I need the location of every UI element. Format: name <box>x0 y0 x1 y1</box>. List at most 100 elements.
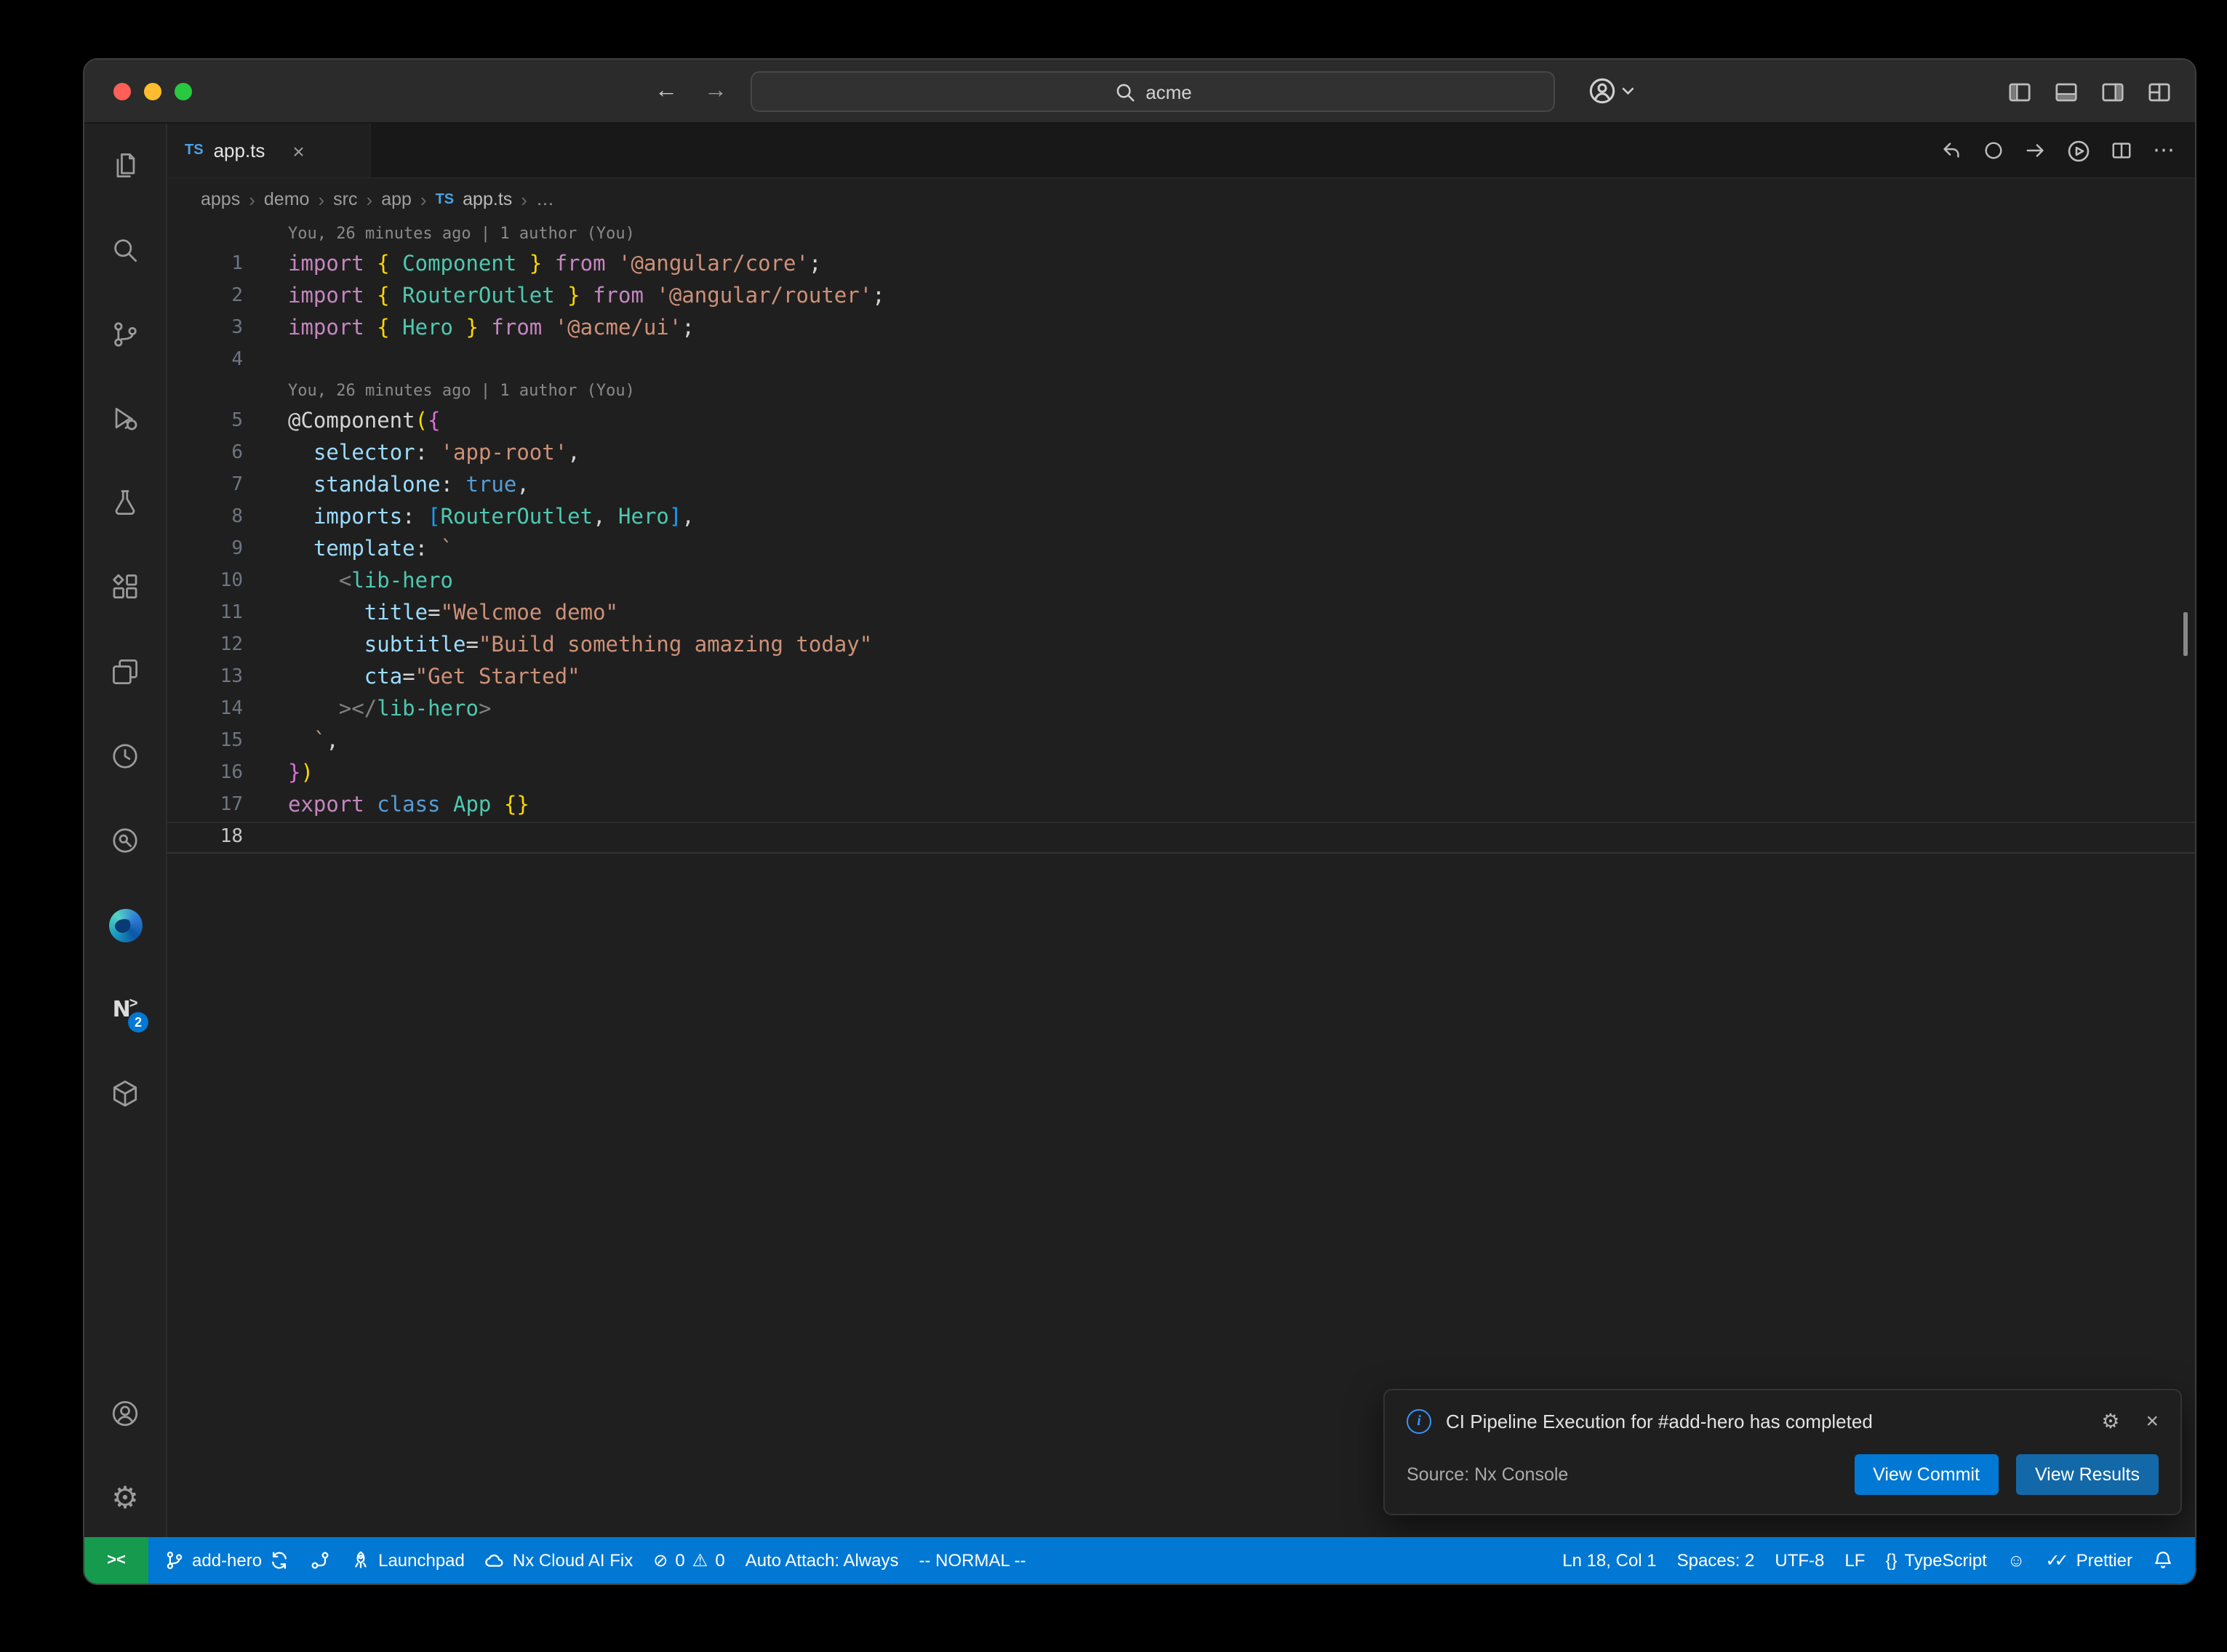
notifications-status[interactable] <box>2143 1537 2183 1584</box>
sidebar-item-testing[interactable] <box>84 461 166 545</box>
code-line-7[interactable]: 7 standalone: true, <box>167 470 2195 502</box>
customize-layout-icon[interactable] <box>2147 80 2172 105</box>
warning-count: 0 <box>715 1550 724 1571</box>
code-text: cta="Get Started" <box>243 662 580 694</box>
code-line-16[interactable]: 16}) <box>167 758 2195 790</box>
tab-app-ts[interactable]: TS app.ts × <box>167 124 371 177</box>
toggle-sidebar-left-icon[interactable] <box>2007 80 2032 105</box>
sidebar-item-search[interactable] <box>84 208 166 292</box>
code-line-15[interactable]: 15 `, <box>167 726 2195 758</box>
sidebar-item-timeline[interactable] <box>84 714 166 798</box>
code-line-12[interactable]: 12 subtitle="Build something amazing tod… <box>167 630 2195 662</box>
navigate-back-icon[interactable]: ← <box>655 76 678 108</box>
code-line-6[interactable]: 6 selector: 'app-root', <box>167 438 2195 470</box>
pipeline-status[interactable] <box>300 1537 340 1584</box>
zoom-window-button[interactable] <box>175 83 192 100</box>
discard-icon[interactable] <box>1940 140 1962 161</box>
command-center-search[interactable]: acme <box>751 71 1555 112</box>
code-text: ></lib-hero> <box>243 694 491 726</box>
sidebar-item-nx-console[interactable]: N> 2 <box>84 967 166 1051</box>
nx-cloud-status[interactable]: Nx Cloud AI Fix <box>475 1537 643 1584</box>
editor-actions: ⋯ <box>1940 124 2175 177</box>
feedback-status[interactable]: ☺ <box>1997 1537 2036 1584</box>
pipeline-icon <box>310 1550 330 1571</box>
code-editor[interactable]: You, 26 minutes ago | 1 author (You)1imp… <box>167 220 2195 1540</box>
blame-annotation-row[interactable]: You, 26 minutes ago | 1 author (You) <box>167 220 2195 249</box>
code-line-3[interactable]: 3import { Hero } from '@acme/ui'; <box>167 313 2195 345</box>
bell-icon <box>2153 1550 2173 1571</box>
sidebar-item-containers[interactable] <box>84 1051 166 1136</box>
line-number <box>167 377 243 406</box>
sidebar-item-run-debug[interactable] <box>84 377 166 461</box>
auto-attach-status[interactable]: Auto Attach: Always <box>735 1537 909 1584</box>
more-actions-icon[interactable]: ⋯ <box>2153 140 2175 161</box>
search-icon <box>1114 81 1135 103</box>
language-status[interactable]: {} TypeScript <box>1875 1537 1996 1584</box>
sidebar-item-edge-browser[interactable] <box>84 883 166 967</box>
navigate-forward-icon[interactable]: → <box>704 76 727 108</box>
breadcrumb-more[interactable]: … <box>536 189 554 209</box>
sidebar-item-source-control[interactable] <box>84 292 166 377</box>
sidebar-item-extensions[interactable] <box>84 545 166 630</box>
line-number: 16 <box>167 758 243 790</box>
breadcrumb-separator: › <box>249 188 255 210</box>
remote-indicator[interactable]: >< <box>84 1537 148 1584</box>
search-value: acme <box>1146 81 1192 103</box>
cursor-position-status[interactable]: Ln 18, Col 1 <box>1552 1537 1666 1584</box>
launchpad-status[interactable]: Launchpad <box>340 1537 475 1584</box>
close-window-button[interactable] <box>113 83 131 100</box>
run-forward-icon[interactable] <box>2025 140 2047 161</box>
code-line-18[interactable]: 18 <box>167 822 2195 854</box>
encoding-status[interactable]: UTF-8 <box>1764 1537 1834 1584</box>
line-number: 3 <box>167 313 243 345</box>
code-line-14[interactable]: 14 ></lib-hero> <box>167 694 2195 726</box>
sidebar-item-accounts[interactable] <box>84 1371 166 1456</box>
breadcrumb-item-file[interactable]: app.ts <box>463 189 512 209</box>
notification-close-icon[interactable]: × <box>2146 1409 2159 1434</box>
code-line-10[interactable]: 10 <lib-hero <box>167 566 2195 598</box>
notification-settings-icon[interactable]: ⚙ <box>2101 1409 2119 1434</box>
sidebar-item-code-search[interactable] <box>84 798 166 883</box>
toggle-sidebar-right-icon[interactable] <box>2100 80 2125 105</box>
problems-status[interactable]: ⊘ 0 ⚠ 0 <box>643 1537 735 1584</box>
code-line-1[interactable]: 1import { Component } from '@angular/cor… <box>167 249 2195 281</box>
git-branch-status[interactable]: add-hero <box>154 1537 300 1584</box>
code-line-9[interactable]: 9 template: ` <box>167 534 2195 566</box>
window-controls <box>113 83 192 100</box>
beaker-icon <box>109 487 141 519</box>
circle-icon[interactable] <box>1983 140 2004 161</box>
breadcrumb-item-src[interactable]: src <box>333 189 357 209</box>
vim-mode-status[interactable]: -- NORMAL -- <box>909 1537 1036 1584</box>
code-line-2[interactable]: 2import { RouterOutlet } from '@angular/… <box>167 281 2195 313</box>
view-results-button[interactable]: View Results <box>2016 1454 2159 1495</box>
breadcrumb-item-demo[interactable]: demo <box>264 189 310 209</box>
clock-icon <box>109 740 141 772</box>
code-line-8[interactable]: 8 imports: [RouterOutlet, Hero], <box>167 502 2195 534</box>
view-commit-button[interactable]: View Commit <box>1854 1454 1999 1495</box>
toggle-panel-bottom-icon[interactable] <box>2054 80 2079 105</box>
sidebar-item-remote-explorer[interactable] <box>84 630 166 714</box>
code-line-4[interactable]: 4 <box>167 345 2195 377</box>
indentation-status[interactable]: Spaces: 2 <box>1667 1537 1765 1584</box>
sidebar-item-settings[interactable]: ⚙ <box>84 1456 166 1540</box>
prettier-status[interactable]: ✓✓ Prettier <box>2035 1537 2143 1584</box>
blame-annotation: You, 26 minutes ago | 1 author (You) <box>243 377 635 406</box>
line-number: 15 <box>167 726 243 758</box>
code-line-17[interactable]: 17export class App {} <box>167 790 2195 822</box>
breadcrumb-item-app[interactable]: app <box>381 189 412 209</box>
close-tab-icon[interactable]: × <box>292 139 304 162</box>
run-button-icon[interactable] <box>2067 139 2090 162</box>
code-line-11[interactable]: 11 title="Welcmoe demo" <box>167 598 2195 630</box>
minimize-window-button[interactable] <box>144 83 161 100</box>
code-text: subtitle="Build something amazing today" <box>243 630 872 662</box>
eol-status[interactable]: LF <box>1834 1537 1875 1584</box>
nx-cloud-label: Nx Cloud AI Fix <box>513 1550 633 1571</box>
breadcrumb-item-apps[interactable]: apps <box>201 189 240 209</box>
blame-annotation-row[interactable]: You, 26 minutes ago | 1 author (You) <box>167 377 2195 406</box>
account-menu[interactable] <box>1588 77 1635 105</box>
split-editor-icon[interactable] <box>2111 140 2132 161</box>
code-line-13[interactable]: 13 cta="Get Started" <box>167 662 2195 694</box>
code-line-5[interactable]: 5@Component({ <box>167 406 2195 438</box>
sidebar-item-explorer[interactable] <box>84 124 166 208</box>
code-text: }) <box>243 758 313 790</box>
